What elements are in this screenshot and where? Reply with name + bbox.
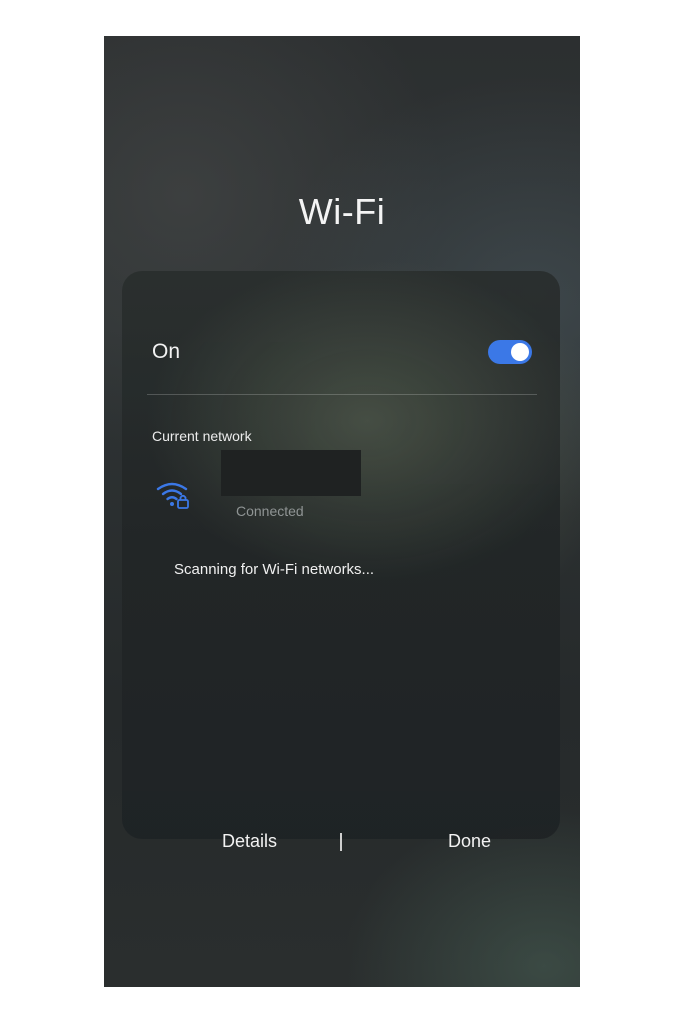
details-button[interactable]: Details: [222, 831, 277, 852]
current-network-label: Current network: [152, 428, 252, 444]
toggle-knob: [511, 343, 529, 361]
divider: [147, 394, 537, 395]
done-button[interactable]: Done: [448, 831, 491, 852]
wifi-toggle-switch[interactable]: [488, 340, 532, 364]
network-status: Connected: [236, 503, 304, 519]
scanning-status: Scanning for Wi-Fi networks...: [174, 561, 375, 578]
wifi-locked-icon: [156, 480, 196, 512]
wifi-toggle-label: On: [152, 340, 181, 363]
wifi-panel: On Current network Connected Scanning fo…: [122, 271, 560, 851]
network-name-redacted[interactable]: [221, 450, 361, 496]
page-title: Wi-Fi: [298, 191, 386, 232]
button-divider: [340, 833, 342, 851]
phone-screen: Wi-Fi On Current network Connected Scann…: [104, 36, 580, 987]
